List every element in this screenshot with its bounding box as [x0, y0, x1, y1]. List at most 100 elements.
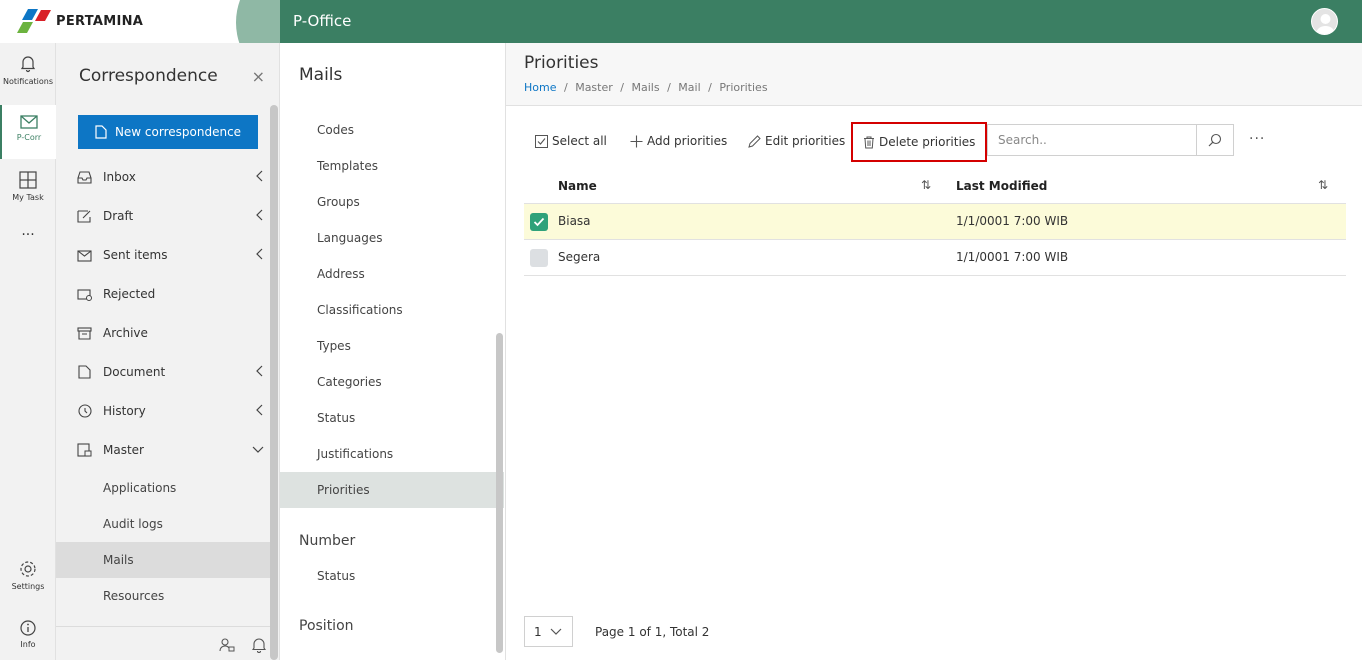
plus-icon — [630, 135, 643, 147]
chevron-left-icon — [256, 170, 263, 182]
app-title: P-Office — [293, 12, 352, 30]
pencil-icon — [748, 134, 761, 148]
nav-history[interactable]: History — [56, 393, 270, 429]
mails-panel: Mails Codes Templates Groups Languages A… — [280, 43, 506, 660]
table-row[interactable]: Segera 1/1/0001 7:00 WIB — [524, 239, 1346, 275]
mail-item-codes[interactable]: Codes — [280, 112, 504, 148]
nav-inbox[interactable]: Inbox — [56, 159, 270, 195]
edit-priorities-button[interactable]: Edit priorities — [748, 123, 845, 159]
new-document-icon — [95, 125, 107, 139]
correspondence-panel: Correspondence × New correspondence Inbo… — [56, 43, 280, 660]
row-checkbox[interactable] — [530, 213, 548, 231]
page-header: Priorities Home / Master / Mails / Mail … — [506, 43, 1362, 106]
mails-scrollbar[interactable] — [496, 333, 503, 653]
mail-item-status[interactable]: Status — [280, 400, 504, 436]
more-options-button[interactable]: ··· — [1249, 131, 1265, 147]
rail-notifications[interactable]: Notifications — [0, 55, 56, 86]
mail-item-justifications[interactable]: Justifications — [280, 436, 504, 472]
add-priorities-button[interactable]: Add priorities — [630, 123, 727, 159]
mail-item-languages[interactable]: Languages — [280, 220, 504, 256]
nav-master[interactable]: Master — [56, 432, 270, 468]
row-name: Biasa — [558, 214, 591, 228]
row-checkbox[interactable] — [530, 249, 548, 267]
breadcrumb-priorities: Priorities — [719, 81, 768, 94]
delete-priorities-button[interactable]: Delete priorities — [851, 122, 988, 162]
mail-item-templates[interactable]: Templates — [280, 148, 504, 184]
breadcrumb-separator: / — [620, 81, 624, 94]
select-all-label: Select all — [552, 134, 607, 148]
nav-rejected[interactable]: Rejected — [56, 276, 270, 312]
inbox-icon — [77, 170, 93, 184]
checkbox-icon — [535, 134, 548, 148]
rail-mytask[interactable]: My Task — [0, 171, 56, 202]
row-name: Segera — [558, 250, 601, 264]
left-rail: Notifications P-Corr My Task ··· Setting… — [0, 43, 56, 660]
new-correspondence-button[interactable]: New correspondence — [78, 115, 258, 149]
number-section-title: Number — [299, 533, 356, 549]
mail-item-categories[interactable]: Categories — [280, 364, 504, 400]
sub-resources[interactable]: Resources — [56, 578, 270, 614]
history-icon — [77, 404, 93, 418]
master-icon — [77, 443, 93, 457]
nav-draft[interactable]: Draft — [56, 198, 270, 234]
draft-icon — [77, 209, 93, 223]
brand-name: PERTAMINA — [56, 14, 144, 29]
close-icon[interactable]: × — [252, 67, 265, 86]
bell-icon — [20, 56, 36, 73]
sub-applications[interactable]: Applications — [56, 470, 270, 506]
mail-item-address[interactable]: Address — [280, 256, 504, 292]
sort-icon[interactable]: ⇅ — [921, 178, 931, 192]
top-bar: PERTAMINA P-Office — [0, 0, 1362, 43]
brand-area: PERTAMINA — [0, 0, 280, 43]
column-header-last-modified[interactable]: Last Modified — [956, 169, 1047, 203]
document-icon — [77, 365, 93, 379]
trash-icon — [864, 136, 874, 148]
search-input[interactable] — [988, 125, 1196, 155]
breadcrumb-home[interactable]: Home — [524, 81, 556, 94]
rail-more[interactable]: ··· — [0, 227, 56, 243]
search-button[interactable] — [1196, 125, 1233, 155]
chevron-down-icon — [252, 446, 264, 453]
new-correspondence-label: New correspondence — [114, 125, 242, 139]
nav-archive[interactable]: Archive — [56, 315, 270, 351]
nav-sent-items[interactable]: Sent items — [56, 237, 270, 273]
nav-document[interactable]: Document — [56, 354, 270, 390]
rail-pcorr[interactable]: P-Corr — [0, 105, 56, 159]
bell-icon[interactable] — [252, 637, 266, 653]
table-row[interactable]: Biasa 1/1/0001 7:00 WIB — [524, 203, 1346, 239]
mail-item-types[interactable]: Types — [280, 328, 504, 364]
user-icon — [1316, 14, 1335, 34]
check-icon — [533, 217, 545, 227]
page-size-select[interactable]: 1 — [524, 616, 573, 647]
rail-settings[interactable]: Settings — [0, 560, 56, 591]
mails-title: Mails — [299, 65, 343, 85]
column-header-name[interactable]: Name — [558, 169, 597, 203]
correspondence-scrollbar[interactable] — [270, 105, 278, 660]
mail-item-priorities[interactable]: Priorities — [280, 472, 504, 508]
nav-history-label: History — [103, 404, 146, 418]
archive-icon — [77, 326, 93, 340]
pertamina-logo-icon — [17, 9, 51, 33]
nav-master-label: Master — [103, 443, 144, 457]
row-last-modified: 1/1/0001 7:00 WIB — [956, 250, 1069, 264]
mail-item-groups[interactable]: Groups — [280, 184, 504, 220]
rail-info[interactable]: Info — [0, 620, 56, 649]
sort-icon[interactable]: ⇅ — [1318, 178, 1328, 192]
select-all-button[interactable]: Select all — [535, 123, 607, 159]
user-lock-icon[interactable] — [219, 637, 235, 653]
mail-item-classifications[interactable]: Classifications — [280, 292, 504, 328]
main-content: Priorities Home / Master / Mails / Mail … — [506, 43, 1362, 660]
number-item-status[interactable]: Status — [280, 558, 504, 594]
user-avatar[interactable] — [1311, 8, 1338, 35]
chevron-left-icon — [256, 248, 263, 260]
search-icon — [1208, 133, 1222, 147]
breadcrumb-master[interactable]: Master — [575, 81, 613, 94]
breadcrumb-mail[interactable]: Mail — [678, 81, 700, 94]
info-icon — [20, 620, 36, 636]
mail-icon — [20, 115, 38, 129]
sub-mails[interactable]: Mails — [56, 542, 270, 578]
rail-mytask-label: My Task — [12, 193, 44, 202]
brand-decoration — [236, 0, 280, 43]
breadcrumb-mails[interactable]: Mails — [632, 81, 660, 94]
sub-audit-logs[interactable]: Audit logs — [56, 506, 270, 542]
